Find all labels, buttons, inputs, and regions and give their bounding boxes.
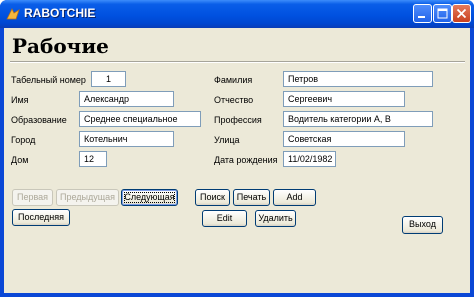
minimize-icon (418, 16, 425, 18)
patronymic-label: Отчество (214, 95, 254, 105)
minimize-button[interactable] (413, 4, 432, 23)
add-button[interactable]: Add (273, 189, 316, 206)
maximize-button[interactable] (433, 4, 452, 23)
search-button[interactable]: Поиск (195, 189, 230, 206)
app-icon (6, 8, 20, 20)
first-record-button[interactable]: Первая (12, 189, 53, 206)
page-title: Рабочие (12, 34, 109, 58)
edit-button[interactable]: Edit (202, 210, 247, 227)
title-bar[interactable]: RABOTCHIE (0, 0, 474, 28)
previous-record-button[interactable]: Предыдущая (56, 189, 119, 206)
close-button[interactable] (452, 4, 471, 23)
street-label: Улица (214, 135, 240, 145)
city-field[interactable]: Котельнич (79, 131, 174, 147)
close-icon (456, 8, 467, 19)
city-label: Город (11, 135, 36, 145)
app-window: RABOTCHIE Рабочие Табельный номер 1 Имя … (0, 0, 474, 297)
profession-label: Профессия (214, 115, 262, 125)
delete-button[interactable]: Удалить (255, 210, 296, 227)
last-name-label: Фамилия (214, 75, 253, 85)
house-field[interactable]: 12 (79, 151, 107, 167)
education-field[interactable]: Среднее специальное (79, 111, 201, 127)
house-label: Дом (11, 155, 29, 165)
form-client-area: Рабочие Табельный номер 1 Имя Александр … (4, 28, 470, 293)
tab-number-field[interactable]: 1 (91, 71, 126, 87)
next-record-button[interactable]: Следующая (121, 189, 178, 206)
first-name-field[interactable]: Александр (79, 91, 174, 107)
window-title: RABOTCHIE (24, 6, 96, 20)
title-divider (10, 61, 465, 63)
exit-button[interactable]: Выход (402, 216, 443, 234)
street-field[interactable]: Советская (283, 131, 405, 147)
education-label: Образование (11, 115, 67, 125)
profession-field[interactable]: Водитель категории А, В (283, 111, 433, 127)
last-record-button[interactable]: Последняя (12, 209, 70, 226)
maximize-icon (437, 8, 448, 19)
patronymic-field[interactable]: Сергеевич (283, 91, 405, 107)
birth-date-field[interactable]: 11/02/1982 (283, 151, 336, 167)
print-button[interactable]: Печать (233, 189, 270, 206)
first-name-label: Имя (11, 95, 29, 105)
tab-number-label: Табельный номер (11, 75, 86, 85)
birth-date-label: Дата рождения (214, 155, 278, 165)
last-name-field[interactable]: Петров (283, 71, 433, 87)
